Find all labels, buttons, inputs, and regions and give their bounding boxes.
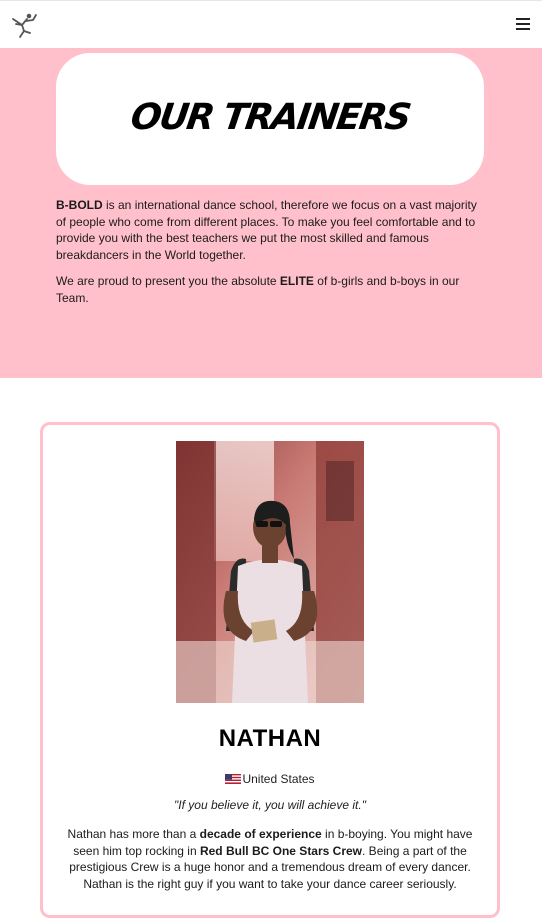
trainer-country: United States (43, 772, 497, 786)
trainer-card: NATHAN United States "If you believe it,… (40, 422, 500, 918)
trainer-photo (176, 441, 364, 703)
elite-highlight: ELITE (279, 274, 314, 288)
us-flag-icon (225, 773, 242, 784)
trainer-bio: Nathan has more than a decade of experie… (63, 826, 477, 892)
intro-text: B-BOLD is an international dance school,… (56, 197, 484, 316)
dancer-logo-icon[interactable] (10, 11, 38, 39)
title-card: OUR TRAINERS (56, 53, 484, 185)
page-title: OUR TRAINERS (128, 97, 412, 138)
trainer-quote: "If you believe it, you will achieve it.… (174, 798, 366, 812)
intro-paragraph-2-start: We are proud to present you the absolute (56, 274, 280, 288)
intro-paragraph-1: B-BOLD is an international dance school,… (56, 197, 484, 263)
bio-highlight-crew: Red Bull BC One Stars Crew (199, 843, 363, 858)
intro-paragraph-1-text: is an international dance school, theref… (56, 198, 477, 262)
country-label: United States (242, 772, 315, 786)
trainer-name: NATHAN (218, 725, 322, 752)
trainers-hero: OUR TRAINERS B-BOLD is an international … (0, 48, 542, 378)
hamburger-menu-icon[interactable] (516, 18, 530, 30)
brand-name: B-BOLD (56, 198, 103, 212)
intro-paragraph-2: We are proud to present you the absolute… (56, 273, 484, 306)
bio-text-1: Nathan has more than a (67, 827, 200, 841)
top-navbar (0, 0, 542, 48)
bio-highlight-experience: decade of experience (199, 827, 322, 841)
